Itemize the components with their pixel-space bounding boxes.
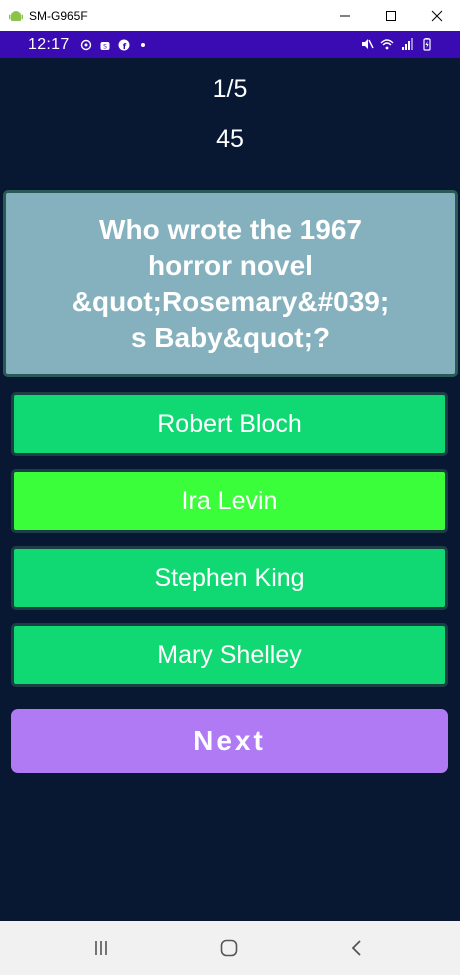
answer-option-4[interactable]: Mary Shelley <box>11 623 448 687</box>
quiz-screen: 1/5 45 Who wrote the 1967 horror novel &… <box>0 58 460 921</box>
facebook-icon: f <box>118 39 130 51</box>
emulator-titlebar: SM-G965F <box>0 0 460 31</box>
maximize-button[interactable] <box>368 0 414 31</box>
signal-icon <box>402 38 413 50</box>
recent-apps-icon <box>95 941 107 955</box>
svg-text:f: f <box>122 42 126 51</box>
minimize-button[interactable] <box>322 0 368 31</box>
battery-icon <box>423 38 431 51</box>
status-time: 12:17 <box>28 35 70 53</box>
countdown-timer: 45 <box>216 125 244 153</box>
question-progress: 1/5 <box>212 75 248 103</box>
question-card: Who wrote the 1967 horror novel &quot;Ro… <box>3 190 458 377</box>
back-button[interactable] <box>344 935 370 961</box>
navigation-bar <box>0 921 460 975</box>
answer-option-1[interactable]: Robert Bloch <box>11 392 448 456</box>
svg-text:S: S <box>103 43 107 50</box>
close-icon <box>431 10 443 21</box>
recent-apps-button[interactable] <box>88 935 114 961</box>
notification-icons: S f <box>80 39 149 51</box>
window-controls <box>322 0 460 31</box>
system-icons <box>360 37 434 51</box>
maximize-icon <box>386 10 396 21</box>
answer-option-3[interactable]: Stephen King <box>11 546 448 610</box>
minimize-icon <box>340 15 350 16</box>
android-icon <box>9 10 23 21</box>
answer-option-2[interactable]: Ira Levin <box>11 469 448 533</box>
status-bar: 12:17 S f <box>0 31 460 58</box>
next-button[interactable]: Next <box>11 709 448 773</box>
back-icon <box>351 940 361 956</box>
store-icon: S <box>100 41 110 50</box>
home-button[interactable] <box>216 935 242 961</box>
close-button[interactable] <box>414 0 460 31</box>
home-icon <box>220 939 238 957</box>
wifi-icon <box>380 39 394 50</box>
dot-icon <box>140 42 145 47</box>
question-text: Who wrote the 1967 horror novel &quot;Ro… <box>71 213 390 353</box>
window-title: SM-G965F <box>29 8 88 23</box>
mute-icon <box>362 39 374 49</box>
whatsapp-icon <box>80 39 91 50</box>
